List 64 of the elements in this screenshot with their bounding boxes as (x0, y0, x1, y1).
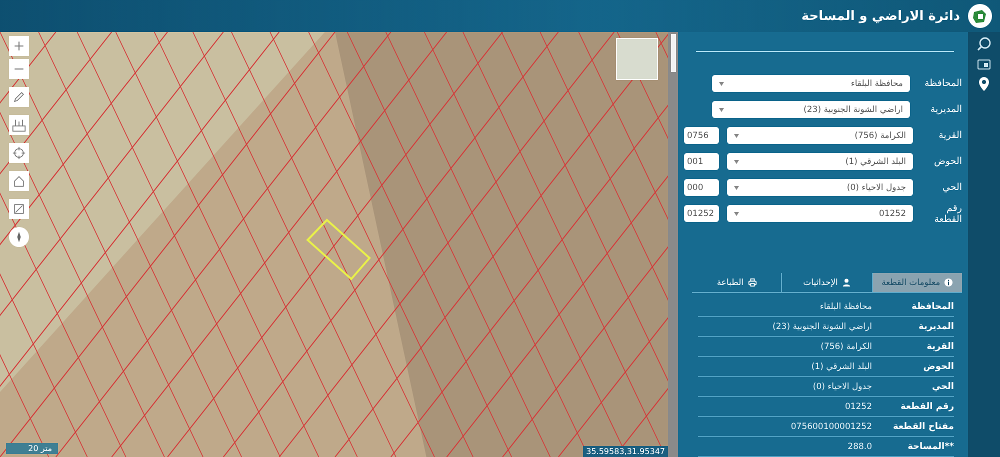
info-label: الحي (930, 382, 954, 392)
location-pin-icon[interactable] (976, 76, 992, 92)
info-label: مفتاح القطعة (892, 422, 954, 432)
area-button[interactable] (9, 199, 29, 219)
dropdown-field[interactable]: اراضي الشونة الجنوبية (23) (712, 101, 910, 118)
dropdown-field[interactable]: الكرامة (756) (726, 127, 913, 144)
zoom-in-button[interactable] (9, 36, 29, 56)
scrollbar-thumb[interactable] (670, 34, 676, 72)
home-icon (12, 174, 26, 188)
caret-icon (719, 82, 724, 86)
caret-icon (734, 186, 739, 190)
crosshair-icon (12, 146, 26, 160)
code-field[interactable]: 001 (684, 153, 719, 170)
info-value: محافظة البلقاء (820, 302, 872, 312)
print-icon (748, 278, 757, 287)
locate-button[interactable] (9, 143, 29, 163)
tab[interactable]: معلومات القطعة (872, 273, 962, 292)
code-field[interactable]: 0756 (684, 127, 719, 144)
info-value: 075600100001252 (790, 422, 872, 432)
info-value: جدول الاحياء (0) (812, 382, 872, 392)
dropdown-field[interactable]: جدول الاحياء (0) (726, 179, 913, 196)
ruler-icon (12, 118, 26, 132)
code-field[interactable]: 000 (684, 179, 719, 196)
info-value: 288.0 (848, 442, 872, 452)
info-label: المديرية (917, 322, 954, 332)
field-label: الحوض (932, 156, 962, 167)
home-button[interactable] (9, 171, 29, 191)
field-label: المديرية (929, 104, 962, 115)
info-value: 01252 (844, 402, 872, 412)
info-value: اراضي الشونة الجنوبية (23) (772, 322, 872, 332)
field-label: المحافظة (924, 78, 962, 89)
info-label: المحافظة (910, 302, 954, 312)
basemap-thumbnail[interactable] (616, 38, 658, 80)
caret-icon (734, 160, 739, 164)
tab[interactable]: الطباعة (692, 273, 782, 292)
info-label: رقم القطعة (899, 402, 954, 412)
measure-button[interactable] (9, 115, 29, 135)
field-label: القرية (938, 130, 962, 141)
search-icon[interactable] (976, 36, 992, 52)
info-label: **المساحة (906, 442, 954, 452)
info-label: القرية (926, 342, 954, 352)
emblem-icon (968, 4, 992, 28)
coordinates-readout: 35.59583,31.95347 (583, 446, 668, 457)
caret-icon (719, 108, 724, 112)
app-title: دائرة الاراضي و المساحة (801, 8, 960, 24)
tab[interactable]: الإحداثيات (781, 273, 872, 292)
pencil-icon (12, 90, 26, 104)
caret-icon (734, 212, 739, 216)
draw-button[interactable] (9, 87, 29, 107)
square-diagonal-icon (12, 202, 26, 216)
dropdown-field[interactable]: محافظة البلقاء (712, 75, 910, 92)
info-label: الحوض (922, 362, 954, 372)
caret-icon (734, 134, 739, 138)
info-value: البلد الشرقي (1) (811, 362, 872, 372)
field-label: الحي (941, 182, 962, 193)
scale-bar: 20 متر (6, 443, 58, 454)
zoom-out-button[interactable] (9, 59, 29, 79)
dropdown-field[interactable]: البلد الشرقي (1) (726, 153, 913, 170)
dropdown-field[interactable]: 01252 (726, 205, 913, 222)
info-value: الكرامة (756) (820, 342, 872, 352)
info-icon (944, 278, 954, 287)
field-label: رقم القطعة (933, 202, 962, 224)
code-field[interactable]: 01252 (684, 205, 719, 222)
plus-icon (12, 39, 26, 53)
